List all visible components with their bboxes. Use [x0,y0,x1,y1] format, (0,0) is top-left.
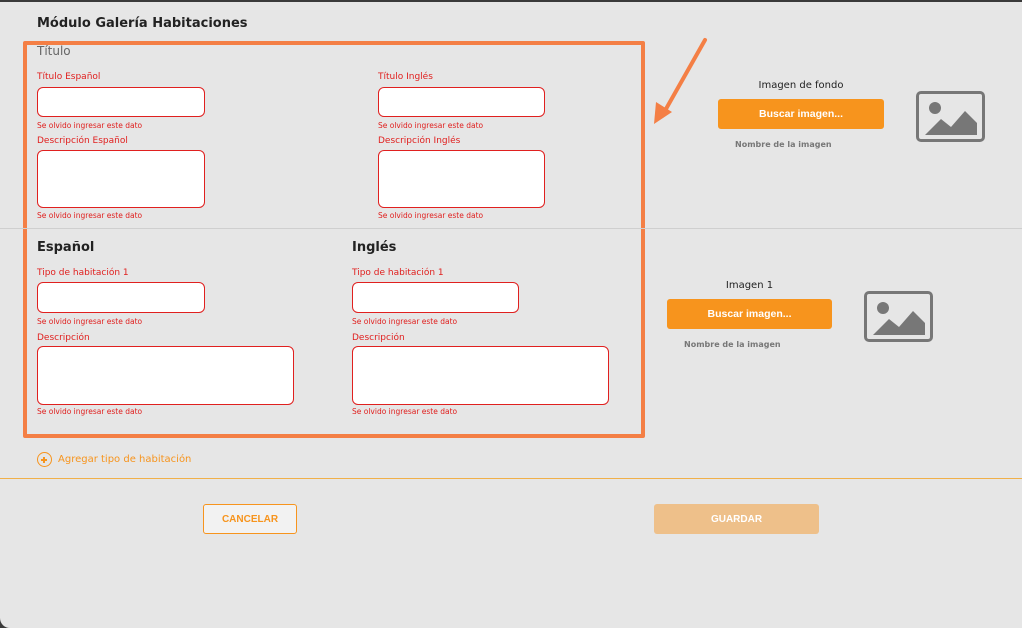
title-en-input[interactable] [378,87,545,117]
room-type-es-input[interactable] [37,282,205,313]
module-panel: Módulo Galería Habitaciones Título Títul… [0,2,1022,628]
title-en-label: Título Inglés [378,72,433,82]
add-room-type-label: Agregar tipo de habitación [58,454,192,465]
room-desc-en-error: Se olvido ingresar este dato [352,407,458,416]
image1-label: Imagen 1 [725,280,774,291]
page-title: Módulo Galería Habitaciones [37,16,248,31]
section-title-titulo: Título [37,44,71,58]
save-button[interactable]: GUARDAR [654,504,819,534]
title-es-label: Título Español [37,72,101,82]
add-room-type-link[interactable]: Agregar tipo de habitación [37,452,191,467]
room-type-en-error: Se olvido ingresar este dato [352,317,458,326]
image-icon [916,91,985,142]
room-type-es-label: Tipo de habitación 1 [37,268,129,278]
add-circle-icon [37,452,52,467]
room-desc-es-error: Se olvido ingresar este dato [37,407,143,416]
annotation-arrow-icon [654,38,707,124]
image1-filename: Nombre de la imagen [684,340,781,349]
title-es-error: Se olvido ingresar este dato [37,121,143,130]
spanish-heading: Español [37,240,95,255]
room-desc-en-textarea[interactable] [352,346,609,405]
desc-es-label: Descripción Español [37,136,128,146]
title-en-error: Se olvido ingresar este dato [378,121,484,130]
section-divider [0,228,1022,229]
image1-browse-button[interactable]: Buscar imagen... [667,299,832,329]
image-icon [864,291,933,342]
room-desc-en-label: Descripción [352,333,405,343]
room-type-es-error: Se olvido ingresar este dato [37,317,143,326]
room-type-en-input[interactable] [352,282,519,313]
title-es-input[interactable] [37,87,205,117]
footer-divider [0,478,1022,479]
desc-es-textarea[interactable] [37,150,205,208]
desc-en-error: Se olvido ingresar este dato [378,211,484,220]
background-image-filename: Nombre de la imagen [735,140,832,149]
desc-en-label: Descripción Inglés [378,136,461,146]
desc-es-error: Se olvido ingresar este dato [37,211,143,220]
room-type-en-label: Tipo de habitación 1 [352,268,444,278]
desc-en-textarea[interactable] [378,150,545,208]
background-image-label: Imagen de fondo [758,80,844,91]
english-heading: Inglés [352,240,397,255]
room-desc-es-textarea[interactable] [37,346,294,405]
background-image-browse-button[interactable]: Buscar imagen... [718,99,884,129]
cancel-button[interactable]: CANCELAR [203,504,297,534]
room-desc-es-label: Descripción [37,333,90,343]
